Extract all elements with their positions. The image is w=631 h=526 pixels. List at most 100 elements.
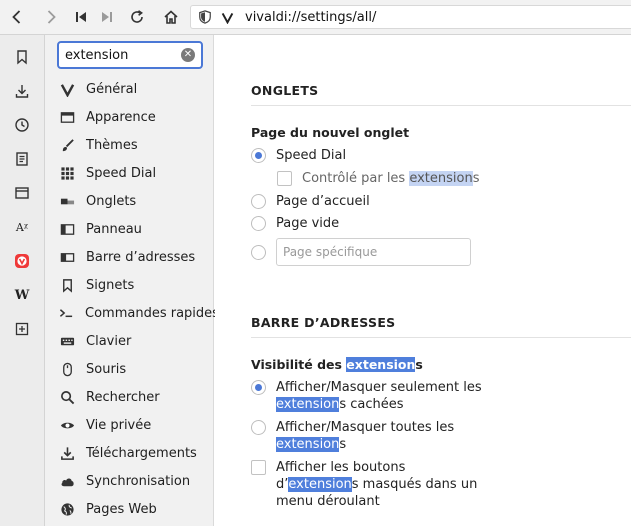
download-icon: [59, 445, 75, 461]
quick-commands-icon: [59, 305, 74, 321]
nav-item-search[interactable]: Rechercher: [59, 386, 214, 408]
vivaldi-v-icon: [59, 81, 75, 97]
option-extensions-dropdown[interactable]: Afficher les boutons d’extensions masqués…: [251, 459, 477, 510]
option-controlled-by-extensions[interactable]: Contrôlé par les extensions: [277, 170, 480, 187]
nav-item-label: Rechercher: [86, 389, 160, 405]
bookmarks-icon[interactable]: [13, 48, 31, 66]
option-label: Afficher/Masquer seulement les extensions…: [276, 380, 482, 412]
option-label: Page vide: [276, 216, 340, 231]
nav-item-mouse[interactable]: Souris: [59, 358, 214, 380]
folder-icon: [59, 109, 75, 125]
nav-item-bookmarks[interactable]: Signets: [59, 274, 214, 296]
nav-item-label: Barre d’adresses: [86, 249, 196, 265]
nav-item-label: Vie privée: [86, 417, 152, 433]
downloads-icon[interactable]: [13, 82, 31, 100]
nav-item-address-bar[interactable]: Barre d’adresses: [59, 246, 214, 268]
back-icon[interactable]: [6, 6, 28, 28]
search-input[interactable]: [65, 46, 177, 64]
nav-item-downloads[interactable]: Téléchargements: [59, 442, 214, 464]
option-label: Afficher les boutons d’extensions masqués…: [276, 460, 478, 509]
window-icon[interactable]: [13, 184, 31, 202]
notes-icon[interactable]: [13, 150, 31, 168]
address-bar[interactable]: vivaldi://settings/all/: [190, 5, 631, 29]
option-toggle-all-extensions[interactable]: Afficher/Masquer toutes les extensions: [251, 419, 454, 453]
search-highlight: extension: [276, 437, 340, 452]
specific-page-input[interactable]: [276, 238, 471, 266]
nav-item-label: Signets: [86, 277, 135, 293]
add-panel-icon[interactable]: [13, 320, 31, 338]
option-label: Speed Dial: [276, 148, 347, 163]
globe-icon: [59, 501, 75, 517]
wikipedia-icon[interactable]: W: [13, 286, 31, 304]
search-icon: [59, 389, 75, 405]
nav-item-speed-dial[interactable]: Speed Dial: [59, 162, 214, 184]
clear-search-icon[interactable]: ✕: [181, 48, 195, 62]
section-title-tabs: ONGLETS: [251, 83, 319, 98]
vivaldi-icon: [221, 12, 234, 24]
reload-icon[interactable]: [126, 6, 148, 28]
checkbox-controlled-by-extensions[interactable]: [277, 171, 292, 186]
forward-icon[interactable]: [40, 6, 62, 28]
nav-item-themes[interactable]: Thèmes: [59, 134, 214, 156]
translate-icon[interactable]: Aᵡ: [13, 218, 31, 236]
rewind-icon[interactable]: [70, 6, 92, 28]
search-highlight: extension: [409, 171, 473, 186]
history-icon[interactable]: [13, 116, 31, 134]
tabs-icon: [59, 193, 75, 209]
new-tab-page-title: Page du nouvel onglet: [251, 125, 410, 140]
vivaldi-icon[interactable]: [13, 252, 31, 270]
extensions-visibility-title: Visibilité des extensions: [251, 357, 423, 372]
nav-item-general[interactable]: Général: [59, 78, 214, 100]
grid-icon: [59, 165, 75, 181]
nav-item-label: Onglets: [86, 193, 137, 209]
option-toggle-hidden-extensions[interactable]: Afficher/Masquer seulement les extensions…: [251, 379, 482, 413]
shield-icon[interactable]: [198, 10, 212, 24]
nav-item-label: Souris: [86, 361, 127, 377]
address-bar-icon: [59, 249, 75, 265]
nav-item-keyboard[interactable]: Clavier: [59, 330, 214, 352]
home-icon[interactable]: [160, 6, 182, 28]
checkbox-extensions-dropdown[interactable]: [251, 460, 266, 475]
mouse-icon: [59, 361, 75, 377]
nav-item-sync[interactable]: Synchronisation: [59, 470, 214, 492]
brush-icon: [59, 137, 75, 153]
nav-item-tabs[interactable]: Onglets: [59, 190, 214, 212]
nav-item-label: Synchronisation: [86, 473, 191, 489]
radio-toggle-hidden-extensions[interactable]: [251, 380, 266, 395]
nav-item-label: Téléchargements: [86, 445, 197, 461]
nav-item-label: Speed Dial: [86, 165, 157, 181]
settings-search[interactable]: ✕: [57, 41, 203, 69]
nav-item-label: Clavier: [86, 333, 132, 349]
bookmark-icon: [59, 277, 75, 293]
section-divider: [251, 337, 631, 338]
nav-item-label: Panneau: [86, 221, 142, 237]
radio-homepage[interactable]: [251, 194, 266, 209]
keyboard-icon: [59, 333, 75, 349]
radio-speed-dial[interactable]: [251, 148, 266, 163]
address-text[interactable]: vivaldi://settings/all/: [245, 10, 376, 25]
nav-item-label: Thèmes: [86, 137, 138, 153]
fast-forward-icon[interactable]: [96, 6, 118, 28]
nav-item-appearance[interactable]: Apparence: [59, 106, 214, 128]
nav-item-webpages[interactable]: Pages Web: [59, 498, 214, 520]
option-speed-dial[interactable]: Speed Dial: [251, 147, 346, 164]
eye-icon: [59, 417, 75, 433]
toolbar: vivaldi://settings/all/: [0, 0, 631, 35]
search-highlight: extension: [288, 477, 352, 492]
option-homepage[interactable]: Page d’accueil: [251, 193, 370, 210]
option-specific-page[interactable]: [251, 244, 266, 260]
settings-content: ONGLETS Page du nouvel onglet Speed Dial…: [215, 35, 631, 526]
nav-item-label: Commandes rapides: [85, 305, 219, 321]
nav-item-privacy[interactable]: Vie privée: [59, 414, 214, 436]
option-label: Contrôlé par les extensions: [302, 171, 480, 186]
nav-item-panel[interactable]: Panneau: [59, 218, 214, 240]
panel-bar: Aᵡ W: [0, 35, 45, 526]
search-highlight: extension: [276, 397, 340, 412]
cloud-icon: [59, 473, 75, 489]
nav-item-quick-commands[interactable]: Commandes rapides: [59, 302, 219, 324]
radio-blank-page[interactable]: [251, 216, 266, 231]
radio-specific-page[interactable]: [251, 245, 266, 260]
radio-toggle-all-extensions[interactable]: [251, 420, 266, 435]
option-label: Page d’accueil: [276, 194, 370, 209]
option-blank-page[interactable]: Page vide: [251, 215, 339, 232]
